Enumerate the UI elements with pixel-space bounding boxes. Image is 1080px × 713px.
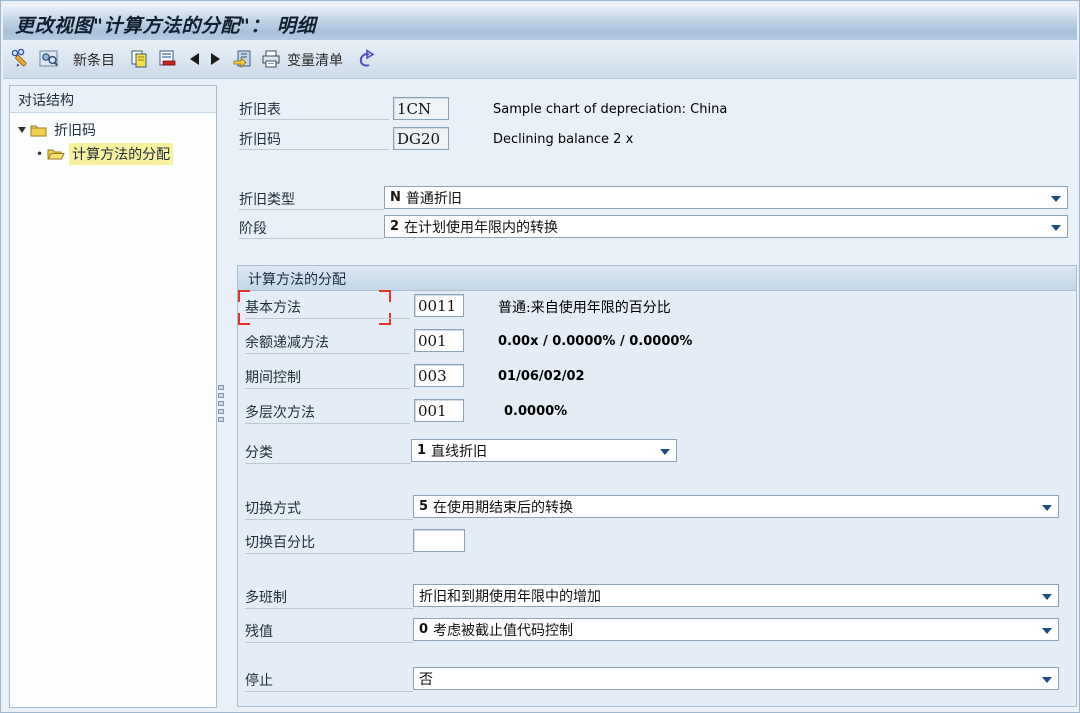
chevron-down-icon (1051, 225, 1061, 231)
copy-entry-icon[interactable] (127, 47, 151, 71)
scrap-value-dropdown[interactable]: 0 考虑被截止值代码控制 (413, 618, 1059, 641)
delete-entry-icon[interactable] (155, 47, 179, 71)
base-method-field[interactable]: 0011 (414, 294, 464, 317)
underline (239, 149, 389, 150)
declining-balance-method-desc: 0.00x / 0.0000% / 0.0000% (498, 334, 693, 349)
underline (239, 119, 389, 120)
period-control-desc: 01/06/02/02 (498, 369, 585, 384)
shutdown-label: 停止 (245, 673, 273, 689)
depreciation-key-label: 折旧码 (239, 132, 281, 148)
changeover-percent-label: 切换百分比 (245, 535, 315, 551)
title-bar: 更改视图"计算方法的分配"： 明细 (3, 5, 1077, 41)
sidebar-item-calc-method-assignment[interactable]: • 计算方法的分配 (36, 143, 174, 165)
shutdown-dropdown[interactable]: 否 (413, 667, 1059, 690)
sap-window: 更改视图"计算方法的分配"： 明细 新条目 变量清单 对话结构 折旧码 • 计算… (0, 0, 1080, 713)
base-method-label: 基本方法 (245, 300, 301, 316)
depreciation-type-dropdown[interactable]: N 普通折旧 (384, 186, 1068, 209)
underline (245, 519, 413, 520)
underline (245, 691, 413, 692)
sidebar-item-label[interactable]: 折旧码 (51, 119, 99, 141)
changeover-percent-field[interactable] (413, 529, 465, 552)
underline (245, 553, 413, 554)
chart-of-depreciation-field[interactable]: 1CN (393, 97, 449, 120)
underline (245, 463, 411, 464)
multilevel-method-label: 多层次方法 (245, 405, 315, 421)
open-folder-icon (47, 149, 65, 160)
chevron-down-icon (1042, 677, 1052, 683)
print-icon[interactable] (259, 47, 283, 71)
multilevel-method-desc: 0.0000% (504, 404, 568, 419)
underline (239, 238, 384, 239)
variable-list-button[interactable]: 变量清单 (287, 50, 343, 70)
chevron-down-icon (660, 449, 670, 455)
phase-label: 阶段 (239, 221, 267, 237)
sidebar-item-label[interactable]: 计算方法的分配 (69, 143, 174, 165)
chart-of-depreciation-desc: Sample chart of depreciation: China (493, 102, 728, 117)
changeover-method-dropdown[interactable]: 5 在使用期结束后的转换 (413, 495, 1059, 518)
chart-of-depreciation-label: 折旧表 (239, 102, 281, 118)
depreciation-type-label: 折旧类型 (239, 192, 295, 208)
sidebar-item-depreciation-key[interactable]: 折旧码 (18, 119, 99, 141)
new-entries-button[interactable]: 新条目 (73, 50, 115, 70)
underline (245, 608, 413, 609)
period-control-label: 期间控制 (245, 370, 301, 386)
depreciation-key-field[interactable]: DG20 (393, 127, 449, 150)
declining-balance-method-field[interactable]: 001 (414, 329, 464, 352)
groupbox-header: 计算方法的分配 (238, 266, 1076, 291)
scrap-value-label: 残值 (245, 624, 273, 640)
folder-icon (30, 125, 47, 137)
chevron-down-icon (1042, 594, 1052, 600)
application-toolbar: 新条目 变量清单 (3, 40, 1077, 79)
chevron-down-icon (1051, 196, 1061, 202)
page-title: 更改视图"计算方法的分配"： 明细 (15, 15, 316, 37)
multiple-shift-dropdown[interactable]: 折旧和到期使用年限中的增加 (413, 584, 1059, 607)
other-entry-icon[interactable] (231, 47, 255, 71)
chevron-down-icon (1042, 505, 1052, 511)
previous-entry-icon[interactable] (185, 47, 203, 71)
classification-label: 分类 (245, 445, 273, 461)
dialog-structure-panel: 对话结构 折旧码 • 计算方法的分配 (9, 85, 217, 708)
underline (239, 209, 384, 210)
phase-dropdown[interactable]: 2 在计划使用年限内的转换 (384, 215, 1068, 238)
declining-balance-method-label: 余额递减方法 (245, 335, 329, 351)
underline (245, 423, 410, 424)
groupbox-title: 计算方法的分配 (248, 272, 346, 288)
chevron-down-icon (1042, 628, 1052, 634)
multiple-shift-label: 多班制 (245, 590, 287, 606)
dialog-structure-title: 对话结构 (18, 93, 74, 109)
dialog-structure-header: 对话结构 (10, 86, 216, 113)
display-change-icon[interactable] (9, 47, 33, 71)
multilevel-method-field[interactable]: 001 (414, 399, 464, 422)
underline (245, 388, 410, 389)
changeover-method-label: 切换方式 (245, 501, 301, 517)
overview-icon[interactable] (37, 47, 61, 71)
depreciation-key-desc: Declining balance 2 x (493, 132, 634, 147)
bullet-icon: • (36, 147, 44, 161)
underline (245, 642, 413, 643)
period-control-field[interactable]: 003 (414, 364, 464, 387)
underline (245, 318, 410, 319)
underline (245, 353, 410, 354)
base-method-desc: 普通:来自使用年限的百分比 (498, 300, 671, 316)
expand-triangle-icon[interactable] (18, 127, 26, 133)
next-entry-icon[interactable] (207, 47, 225, 71)
classification-dropdown[interactable]: 1 直线折旧 (411, 439, 677, 462)
undo-icon[interactable] (355, 47, 379, 71)
